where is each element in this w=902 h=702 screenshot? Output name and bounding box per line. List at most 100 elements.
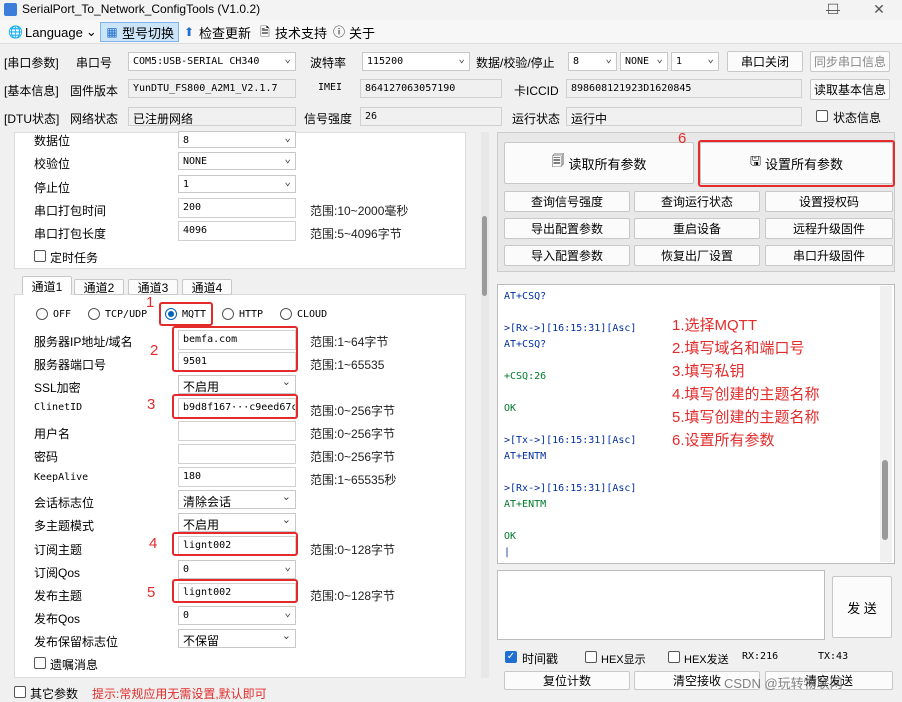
menu-language[interactable]: 🌐 Language ⌄ [4,22,101,42]
marker-6: 6 [678,130,687,147]
radio-tcp-udp-label: TCP/UDP [105,309,148,320]
query-signal-button[interactable]: 查询信号强度 [504,191,630,212]
chevron-down-icon: ⌄ [85,24,97,39]
pack-time-label: 串口打包时间 [34,204,107,218]
close-button[interactable]: ✕ [856,0,902,20]
send-input[interactable] [497,570,825,640]
cfg-parity-select[interactable]: NONE [178,152,296,170]
upload-icon: ⬆ [183,25,195,39]
parity-select[interactable]: NONE [620,52,668,71]
read-icon: 🗐 [551,153,565,168]
left-scrollbar[interactable] [481,132,489,678]
menu-support[interactable]: 🗎 技术支持 [254,22,331,42]
ssl-select[interactable]: 不启用 [178,375,296,394]
cfg-data-bits-select[interactable]: 8 [178,131,296,148]
data-bits-select[interactable]: 8 [568,52,617,71]
clientid-range: 范围:0~256字节 [310,404,396,418]
user-input[interactable] [178,421,296,441]
terminal-line: AT+CSQ? [504,291,547,302]
keepalive-label: KeepAlive [34,472,89,483]
menu-model-switch[interactable]: ▦ 型号切换 [100,22,180,42]
tab-channel-4[interactable]: 通道4 [182,279,232,295]
password-input[interactable] [178,444,296,464]
baud-label: 波特率 [310,56,347,70]
tab-channel-2[interactable]: 通道2 [74,279,124,295]
hex-show-checkbox[interactable] [585,651,597,663]
serial-upgrade-button[interactable]: 串口升级固件 [765,245,893,266]
imei-label: IMEI [318,82,343,93]
sub-topic-highlight [172,532,298,556]
timestamp-label: 时间戳 [522,652,559,666]
radio-tcp-udp[interactable] [88,308,100,320]
timer-task-checkbox[interactable] [34,250,46,262]
export-config-button[interactable]: 导出配置参数 [504,218,630,239]
reset-count-button[interactable]: 复位计数 [504,671,630,690]
hex-send-checkbox[interactable] [668,651,680,663]
pack-time-input[interactable]: 200 [178,198,296,218]
net-field: 已注册网络 [128,107,296,126]
hex-send-label: HEX发送 [684,654,729,666]
port-field-label: 服务器端口号 [34,358,107,372]
tab-channel-3[interactable]: 通道3 [128,279,178,295]
parity-label: 校验位 [34,157,71,171]
session-select[interactable]: 清除会话 [178,490,296,509]
keepalive-range: 范围:1~65535秒 [310,473,397,487]
close-port-button[interactable]: 串口关闭 [727,51,803,72]
other-params-label: 其它参数 [30,687,79,701]
read-all-button[interactable]: 🗐 读取所有参数 [504,142,694,184]
step-4: 4.填写创建的主题名称 [672,386,820,403]
maximize-button[interactable]: ☐ [810,0,856,20]
iccid-field: 898608121923D1620845 [566,79,802,98]
remote-upgrade-button[interactable]: 远程升级固件 [765,218,893,239]
will-checkbox[interactable] [34,657,46,669]
tip-text: 提示:常规应用无需设置,默认即可 [92,687,267,701]
radio-http[interactable] [222,308,234,320]
instruction-steps: 1.选择MQTT 2.填写域名和端口号 3.填写私钥 4.填写创建的主题名称 5… [672,314,820,452]
port-select[interactable]: COM5:USB-SERIAL CH340 [128,52,296,71]
sub-qos-select[interactable]: 0 [178,560,296,579]
step-3: 3.填写私钥 [672,363,745,380]
radio-cloud[interactable] [280,308,292,320]
server-label: 服务器IP地址/域名 [34,335,133,349]
left-scrollbar-thumb[interactable] [482,216,487,296]
terminal-line: >[Rx->][16:15:31][Asc] [504,483,637,494]
pack-len-input[interactable]: 4096 [178,221,296,241]
grid-icon: ▦ [106,25,118,39]
radio-http-label: HTTP [239,309,264,320]
pack-len-range: 范围:5~4096字节 [310,227,402,241]
menu-check-update[interactable]: ⬆ 检查更新 [178,22,255,42]
query-run-button[interactable]: 查询运行状态 [634,191,760,212]
step-6: 6.设置所有参数 [672,432,775,449]
import-config-button[interactable]: 导入配置参数 [504,245,630,266]
stop-bits-select[interactable]: 1 [671,52,719,71]
other-params-checkbox[interactable] [14,686,26,698]
terminal-scrollbar-thumb[interactable] [882,460,888,540]
restart-button[interactable]: 重启设备 [634,218,760,239]
send-button[interactable]: 发 送 [832,576,892,638]
hex-show-label: HEX显示 [601,654,646,666]
sync-port-button[interactable]: 同步串口信息 [810,51,890,72]
rx-count: RX:216 [742,651,779,662]
cfg-stop-select[interactable]: 1 [178,175,296,193]
multi-topic-select[interactable]: 不启用 [178,513,296,532]
set-auth-button[interactable]: 设置授权码 [765,191,893,212]
pub-topic-label: 发布主题 [34,589,83,603]
menu-about[interactable]: ⓘ 关于 [328,22,379,42]
radio-off[interactable] [36,308,48,320]
retain-label: 发布保留标志位 [34,635,119,649]
stop-label: 停止位 [34,181,71,195]
tab-channel-1[interactable]: 通道1 [22,276,72,295]
pub-qos-select[interactable]: 0 [178,606,296,625]
status-info-checkbox[interactable] [816,110,828,122]
baud-select[interactable]: 115200 [362,52,470,71]
timestamp-checkbox[interactable]: ✓ [505,651,517,663]
keepalive-input[interactable]: 180 [178,467,296,487]
read-basic-button[interactable]: 读取基本信息 [810,79,890,100]
retain-select[interactable]: 不保留 [178,629,296,648]
info-icon: ⓘ [332,25,345,39]
marker-5: 5 [147,584,156,601]
imei-field: 864127063057190 [360,79,502,98]
factory-reset-button[interactable]: 恢复出厂设置 [634,245,760,266]
terminal-line: OK [504,531,517,542]
